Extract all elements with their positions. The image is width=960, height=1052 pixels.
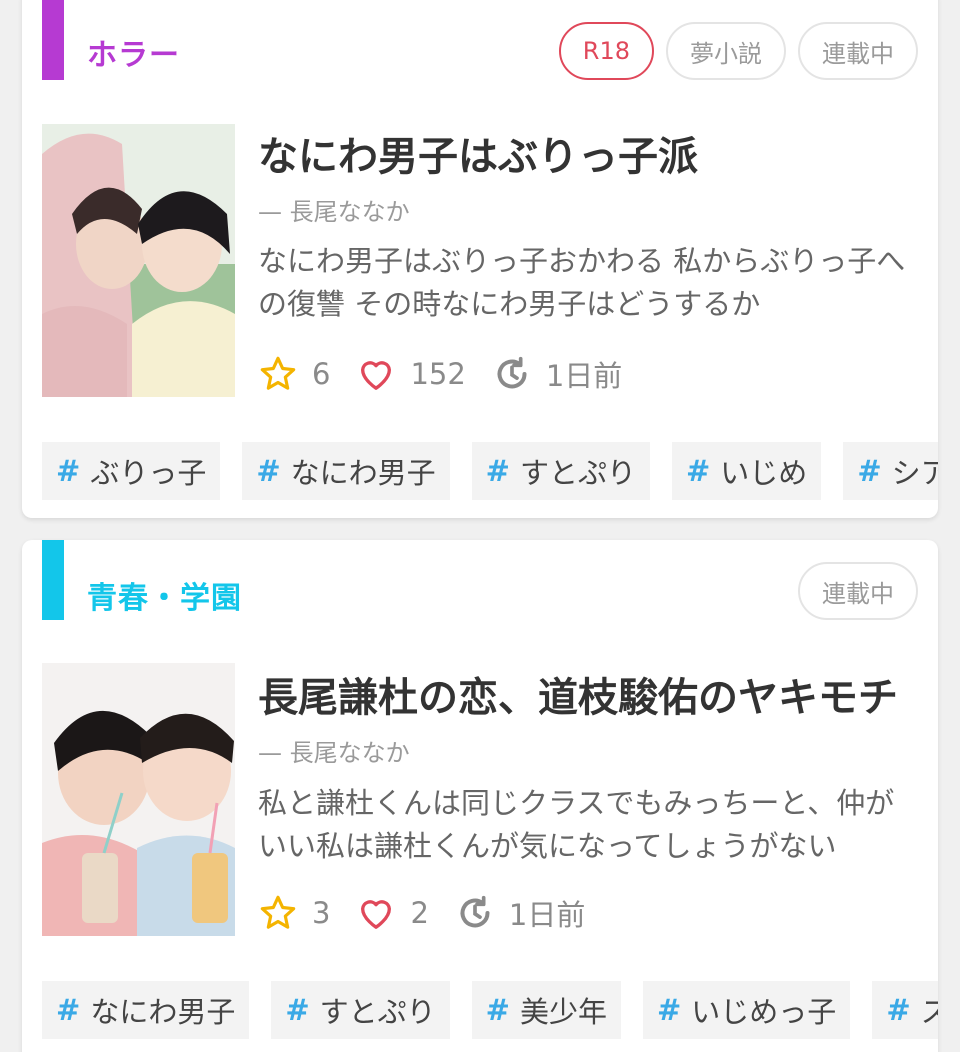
star-icon — [260, 895, 296, 929]
heart-icon — [361, 900, 392, 929]
story-description: 私と謙杜くんは同じクラスでもみっちーと、仲がいい私は謙杜くんが気になってしょうが… — [258, 786, 895, 863]
story-card[interactable]: 青春・学園 連載中 長尾謙杜の恋、道枝駿佑のヤキモチ — 長尾ななか 私と謙杜く… — [22, 540, 938, 1052]
tag-chip[interactable]: # 美少年 — [471, 981, 621, 1039]
tag-chip[interactable]: # すとぷり — [471, 442, 650, 500]
updated-time: 1日前 — [545, 359, 623, 393]
tag-chip[interactable]: # シア — [843, 442, 938, 500]
tag-label: いじめっ子 — [691, 995, 837, 1029]
tag-list: # ぶりっ子 # なにわ男子 # すとぷり # いじめ # シア — [42, 442, 938, 500]
r18-badge: R18 — [558, 22, 654, 80]
story-feed: ホラー R18 夢小説 連載中 なにわ男子はぶりっ子派 — 長尾ななか なにわ男… — [0, 0, 960, 1052]
story-thumbnail[interactable] — [42, 124, 235, 397]
hashtag-icon: # — [256, 454, 281, 488]
tag-label: すとぷり — [319, 995, 436, 1029]
author-name[interactable]: — 長尾ななか — [258, 733, 410, 768]
like-stat: 152 — [356, 354, 466, 394]
tag-label: なにわ男子 — [90, 995, 236, 1029]
tag-label: 美少年 — [519, 995, 607, 1029]
genre-label[interactable]: 青春・学園 — [87, 573, 242, 617]
heart-icon — [361, 361, 392, 390]
story-stats: 6 152 1日前 — [258, 354, 648, 394]
hashtag-icon: # — [857, 454, 882, 488]
hashtag-icon: # — [56, 993, 81, 1027]
tag-label: いじめ — [720, 456, 808, 490]
star-count: 6 — [312, 357, 331, 391]
hashtag-icon: # — [485, 993, 510, 1027]
tag-chip[interactable]: # いじめ — [671, 442, 822, 500]
updated-time: 1日前 — [508, 898, 586, 932]
hashtag-icon: # — [656, 993, 682, 1027]
tag-chip[interactable]: # すとぷり — [271, 981, 450, 1039]
story-title[interactable]: なにわ男子はぶりっ子派 — [258, 124, 908, 182]
tag-label: なにわ男子 — [290, 456, 436, 490]
dream-novel-badge: 夢小説 — [666, 22, 786, 80]
story-description: なにわ男子はぶりっ子おかわる 私からぶりっ子への復讐 その時なにわ男子はどうする… — [258, 244, 906, 321]
like-count: 2 — [410, 896, 429, 930]
tag-label: ぶりっ子 — [90, 456, 207, 490]
hashtag-icon: # — [56, 454, 81, 488]
hashtag-icon: # — [685, 454, 711, 488]
tag-label: シア — [891, 456, 938, 490]
story-thumbnail[interactable] — [42, 663, 235, 936]
serializing-badge: 連載中 — [798, 562, 918, 620]
updated-stat: 1日前 — [492, 353, 622, 395]
hashtag-icon: # — [886, 993, 911, 1027]
author-name[interactable]: — 長尾ななか — [258, 192, 410, 227]
history-clock-icon — [497, 356, 527, 389]
tag-chip[interactable]: # なにわ男子 — [242, 442, 450, 500]
star-stat: 6 — [258, 354, 330, 394]
tag-label: ス — [920, 995, 938, 1029]
serializing-badge: 連載中 — [798, 22, 918, 80]
tag-chip[interactable]: # いじめっ子 — [642, 981, 851, 1039]
story-stats: 3 2 1日前 — [258, 893, 611, 933]
story-title[interactable]: 長尾謙杜の恋、道枝駿佑のヤキモチ — [258, 665, 908, 723]
history-clock-icon — [460, 895, 490, 928]
tag-label: すとぷり — [519, 456, 636, 490]
genre-color-bar — [42, 0, 64, 80]
hashtag-icon: # — [285, 993, 310, 1027]
tag-list: # なにわ男子 # すとぷり # 美少年 # いじめっ子 # ス — [42, 981, 938, 1039]
tag-chip[interactable]: # ス — [872, 981, 938, 1039]
tag-chip[interactable]: # なにわ男子 — [42, 981, 250, 1039]
updated-stat: 1日前 — [455, 892, 585, 934]
tag-chip[interactable]: # ぶりっ子 — [42, 442, 221, 500]
genre-color-bar — [42, 540, 64, 620]
hashtag-icon: # — [485, 454, 510, 488]
star-stat: 3 — [258, 893, 330, 933]
badge-list: 連載中 — [798, 562, 918, 620]
star-count: 3 — [312, 896, 331, 930]
story-card[interactable]: ホラー R18 夢小説 連載中 なにわ男子はぶりっ子派 — 長尾ななか なにわ男… — [22, 0, 938, 518]
like-count: 152 — [410, 357, 466, 391]
genre-label[interactable]: ホラー — [87, 30, 180, 74]
star-icon — [260, 356, 296, 390]
badge-list: R18 夢小説 連載中 — [558, 22, 918, 80]
like-stat: 2 — [356, 893, 429, 933]
